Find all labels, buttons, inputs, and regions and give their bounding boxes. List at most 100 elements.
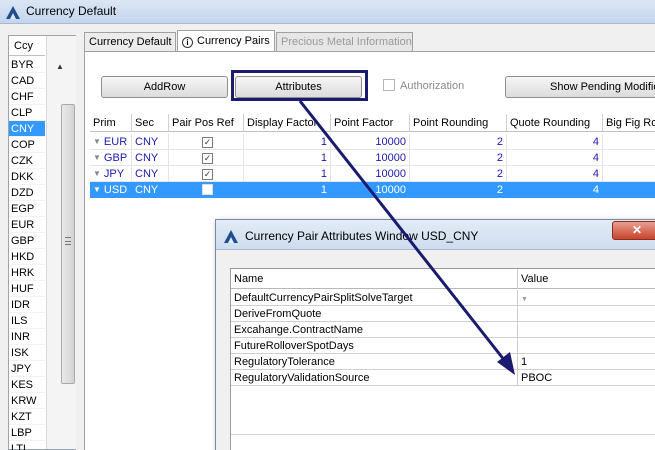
prim-cell[interactable]: ▼ GBP xyxy=(90,150,132,166)
checked-checkbox-icon[interactable]: ✓ xyxy=(202,137,213,148)
sec-cell[interactable]: CNY xyxy=(132,182,169,198)
currency-list-item[interactable]: DZD xyxy=(9,185,45,201)
currency-list-item[interactable]: HRK xyxy=(9,265,45,281)
display-factor-cell[interactable]: 1 xyxy=(244,182,331,198)
attributes-button[interactable]: Attributes xyxy=(235,76,362,98)
currency-list-item[interactable]: CLP xyxy=(9,105,45,121)
currency-list-item[interactable]: HUF xyxy=(9,281,45,297)
point-factor-cell[interactable]: 10000 xyxy=(331,150,410,166)
currency-list-item[interactable]: JPY xyxy=(9,361,45,377)
attribute-value-cell[interactable] xyxy=(518,338,655,354)
column-header-value[interactable]: Value xyxy=(518,269,655,289)
pair-pos-ref-cell[interactable]: ✓ xyxy=(169,134,244,150)
column-header-name[interactable]: Name xyxy=(231,269,518,289)
column-header-big-fig-rounding[interactable]: Big Fig Ro xyxy=(603,114,655,132)
big-fig-rounding-cell[interactable] xyxy=(603,166,655,182)
dropdown-arrow-icon[interactable]: ▼ xyxy=(93,150,101,165)
point-factor-cell[interactable]: 10000 xyxy=(331,182,410,198)
currency-list-item[interactable]: EGP xyxy=(9,201,45,217)
attribute-row[interactable]: DeriveFromQuote xyxy=(231,306,655,322)
prim-cell[interactable]: ▼ USD xyxy=(90,182,132,198)
currency-list-item[interactable]: COP xyxy=(9,137,45,153)
tab-currency-pairs[interactable]: i Currency Pairs xyxy=(177,30,275,51)
quote-rounding-cell[interactable]: 4 xyxy=(507,134,603,150)
attribute-value-cell[interactable]: ▼ xyxy=(518,290,655,306)
currency-list-item[interactable]: EUR xyxy=(9,217,45,233)
currency-list-item[interactable]: INR xyxy=(9,329,45,345)
quote-rounding-cell[interactable]: 4 xyxy=(507,166,603,182)
big-fig-rounding-cell[interactable] xyxy=(603,182,655,198)
point-factor-cell[interactable]: 10000 xyxy=(331,134,410,150)
quote-rounding-cell[interactable]: 4 xyxy=(507,182,603,198)
table-row[interactable]: ▼ JPY CNY ✓ 1 10000 2 4 xyxy=(90,166,655,182)
unchecked-checkbox-icon[interactable] xyxy=(202,184,213,195)
currency-list-item[interactable]: CAD xyxy=(9,73,45,89)
attribute-row[interactable]: RegulatoryValidationSource PBOC xyxy=(231,370,655,386)
dropdown-arrow-icon[interactable]: ▼ xyxy=(93,182,101,197)
currency-list-item[interactable]: KES xyxy=(9,377,45,393)
popup-title-bar[interactable]: Currency Pair Attributes Window USD_CNY … xyxy=(216,220,655,250)
currency-list-item[interactable]: LTL xyxy=(9,441,45,450)
show-pending-modifications-button[interactable]: Show Pending Modifica xyxy=(505,76,655,98)
dropdown-arrow-icon[interactable]: ▼ xyxy=(93,166,101,181)
checked-checkbox-icon[interactable]: ✓ xyxy=(202,153,213,164)
currency-list-item[interactable]: GBP xyxy=(9,233,45,249)
currency-list-item[interactable]: ILS xyxy=(9,313,45,329)
scroll-thumb[interactable] xyxy=(61,104,75,384)
column-header-display-factor[interactable]: Display Factor xyxy=(244,114,331,132)
prim-cell[interactable]: ▼ EUR xyxy=(90,134,132,150)
attribute-row[interactable]: Excahange.ContractName xyxy=(231,322,655,338)
big-fig-rounding-cell[interactable] xyxy=(603,150,655,166)
attribute-row[interactable]: RegulatoryTolerance 1 xyxy=(231,354,655,370)
attribute-value-cell[interactable] xyxy=(518,306,655,322)
currency-list-item[interactable]: CHF xyxy=(9,89,45,105)
tab-currency-default[interactable]: Currency Default xyxy=(84,32,176,51)
currency-list-item[interactable]: BYR xyxy=(9,57,45,73)
currency-list-item[interactable]: ISK xyxy=(9,345,45,361)
display-factor-cell[interactable]: 1 xyxy=(244,150,331,166)
prim-cell[interactable]: ▼ JPY xyxy=(90,166,132,182)
point-rounding-cell[interactable]: 2 xyxy=(410,150,507,166)
attribute-row[interactable]: FutureRolloverSpotDays xyxy=(231,338,655,354)
pair-pos-ref-cell[interactable]: ✓ xyxy=(169,150,244,166)
quote-rounding-cell[interactable]: 4 xyxy=(507,150,603,166)
column-header-point-rounding[interactable]: Point Rounding xyxy=(410,114,507,132)
checkbox-icon[interactable] xyxy=(383,79,395,91)
column-header-point-factor[interactable]: Point Factor xyxy=(331,114,410,132)
attribute-value-cell[interactable]: 1 xyxy=(518,354,655,370)
point-rounding-cell[interactable]: 2 xyxy=(410,134,507,150)
table-row[interactable]: ▼ EUR CNY ✓ 1 10000 2 4 xyxy=(90,134,655,150)
currency-list-item[interactable]: IDR xyxy=(9,297,45,313)
column-header-sec[interactable]: Sec xyxy=(132,114,169,132)
dropdown-arrow-icon[interactable]: ▼ xyxy=(93,134,101,149)
scroll-up-icon[interactable]: ▲ xyxy=(55,62,65,71)
display-factor-cell[interactable]: 1 xyxy=(244,134,331,150)
pair-pos-ref-cell[interactable]: ✓ xyxy=(169,166,244,182)
point-factor-cell[interactable]: 10000 xyxy=(331,166,410,182)
checked-checkbox-icon[interactable]: ✓ xyxy=(202,169,213,180)
pair-pos-ref-cell[interactable] xyxy=(169,182,244,198)
table-row[interactable]: ▼ USD CNY 1 10000 2 4 xyxy=(90,182,655,198)
sec-cell[interactable]: CNY xyxy=(132,134,169,150)
big-fig-rounding-cell[interactable] xyxy=(603,134,655,150)
currency-list-item[interactable]: LBP xyxy=(9,425,45,441)
column-header-pair-pos-ref[interactable]: Pair Pos Ref xyxy=(169,114,244,132)
currency-list-item[interactable]: KZT xyxy=(9,409,45,425)
currency-list-item[interactable]: HKD xyxy=(9,249,45,265)
currency-list-scrollbar[interactable]: ▲ xyxy=(46,36,76,449)
attribute-row[interactable]: DefaultCurrencyPairSplitSolveTarget ▼ xyxy=(231,290,655,306)
authorization-checkbox[interactable]: Authorization xyxy=(383,79,464,92)
close-icon[interactable]: ✕ xyxy=(612,221,655,240)
attribute-value-cell[interactable] xyxy=(518,322,655,338)
display-factor-cell[interactable]: 1 xyxy=(244,166,331,182)
currency-list-item[interactable]: KRW xyxy=(9,393,45,409)
column-header-prim[interactable]: Prim xyxy=(90,114,132,132)
column-header-quote-rounding[interactable]: Quote Rounding xyxy=(507,114,603,132)
point-rounding-cell[interactable]: 2 xyxy=(410,166,507,182)
sec-cell[interactable]: CNY xyxy=(132,150,169,166)
currency-list-item[interactable]: CNY xyxy=(9,121,45,137)
table-row[interactable]: ▼ GBP CNY ✓ 1 10000 2 4 xyxy=(90,150,655,166)
ccy-column-header[interactable]: Ccy xyxy=(9,36,45,56)
attribute-value-cell[interactable]: PBOC xyxy=(518,370,655,386)
add-row-button[interactable]: AddRow xyxy=(101,76,228,98)
